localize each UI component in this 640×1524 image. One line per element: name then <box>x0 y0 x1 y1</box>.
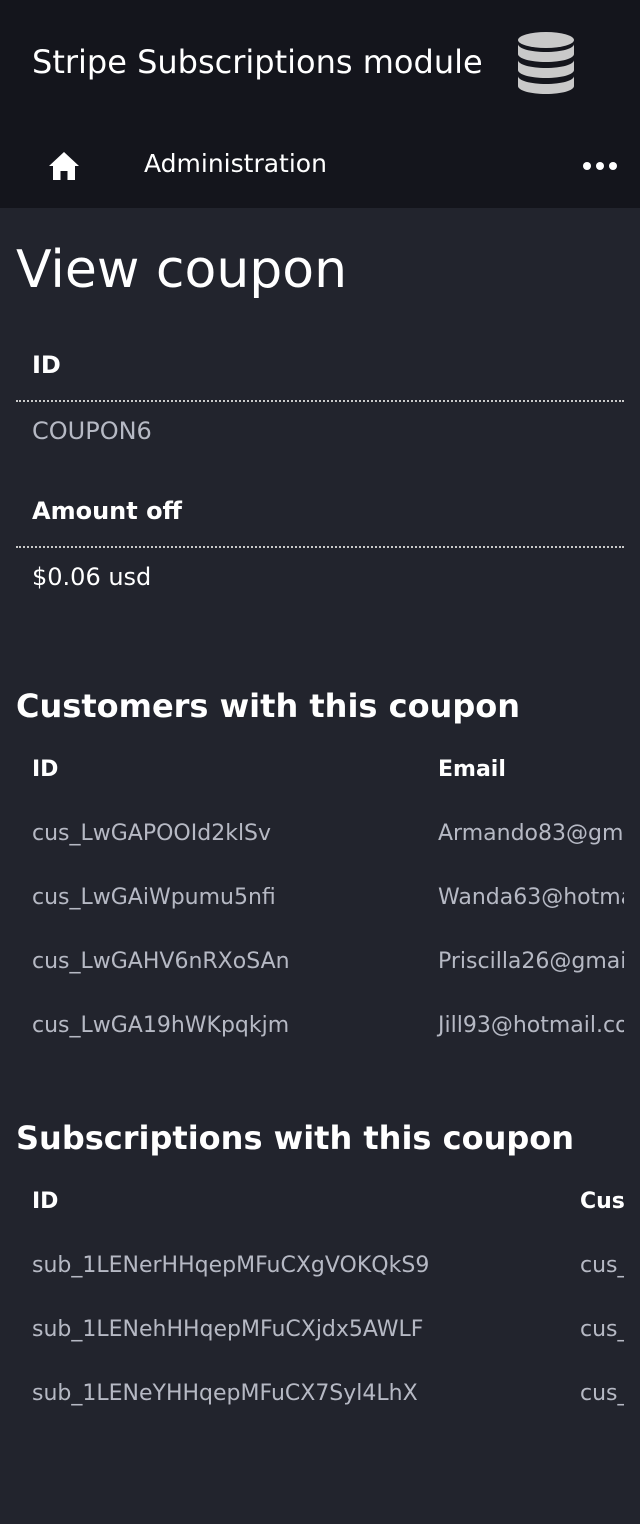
ellipsis-icon <box>583 162 617 170</box>
subscription-id-cell[interactable]: sub_1LENeYHHqepMFuCX7Syl4LhX <box>32 1380 418 1408</box>
customer-id-cell[interactable]: cus_LwGAiWpumu5nfi <box>32 884 276 912</box>
customers-table: ID Email cus_LwGAPOOId2klSv Armando83@gm… <box>16 750 624 1050</box>
column-header-email: Email <box>438 757 506 782</box>
nav-administration[interactable]: Administration <box>144 148 327 180</box>
subscriptions-section-title: Subscriptions with this coupon <box>16 1119 575 1157</box>
app-title[interactable]: Stripe Subscriptions module <box>32 42 483 82</box>
nav-bar: Administration <box>0 126 640 208</box>
more-options-button[interactable] <box>576 148 624 184</box>
column-header-id: ID <box>32 757 59 782</box>
divider <box>16 546 624 548</box>
home-icon <box>49 152 79 180</box>
page-title: View coupon <box>16 240 348 300</box>
amount-off-label: Amount off <box>32 497 182 525</box>
column-header-customer: Customer <box>580 1189 624 1214</box>
subscription-customer-cell[interactable]: cus_ <box>580 1252 624 1280</box>
customer-id-cell[interactable]: cus_LwGA19hWKpqkjm <box>32 1012 289 1040</box>
home-button[interactable] <box>40 144 88 188</box>
customer-email-cell: Priscilla26@gmail.com <box>438 949 624 974</box>
coupon-id-label: ID <box>32 351 61 379</box>
subscription-customer-cell[interactable]: cus_ <box>580 1316 624 1344</box>
customer-email-cell: Armando83@gmail.com <box>438 821 624 846</box>
column-header-id: ID <box>32 1189 59 1214</box>
subscription-id-cell[interactable]: sub_1LENerHHqepMFuCXgVOKQkS9 <box>32 1252 429 1280</box>
customer-id-cell[interactable]: cus_LwGAHV6nRXoSAn <box>32 948 290 976</box>
app-header: Stripe Subscriptions module <box>0 0 640 126</box>
customer-email-cell: Wanda63@hotmail.com <box>438 885 624 910</box>
divider <box>16 400 624 402</box>
subscription-customer-cell[interactable]: cus_ <box>580 1380 624 1408</box>
customers-section-title: Customers with this coupon <box>16 687 520 725</box>
subscription-id-cell[interactable]: sub_1LENehHHqepMFuCXjdx5AWLF <box>32 1316 423 1344</box>
customer-email-cell: Jill93@hotmail.com <box>438 1013 624 1038</box>
coupon-id-value: COUPON6 <box>32 417 152 445</box>
customer-id-cell[interactable]: cus_LwGAPOOId2klSv <box>32 820 271 848</box>
subscriptions-table: ID Customer sub_1LENerHHqepMFuCXgVOKQkS9… <box>16 1182 624 1422</box>
amount-off-value: $0.06 usd <box>32 563 152 591</box>
database-icon <box>516 30 576 98</box>
